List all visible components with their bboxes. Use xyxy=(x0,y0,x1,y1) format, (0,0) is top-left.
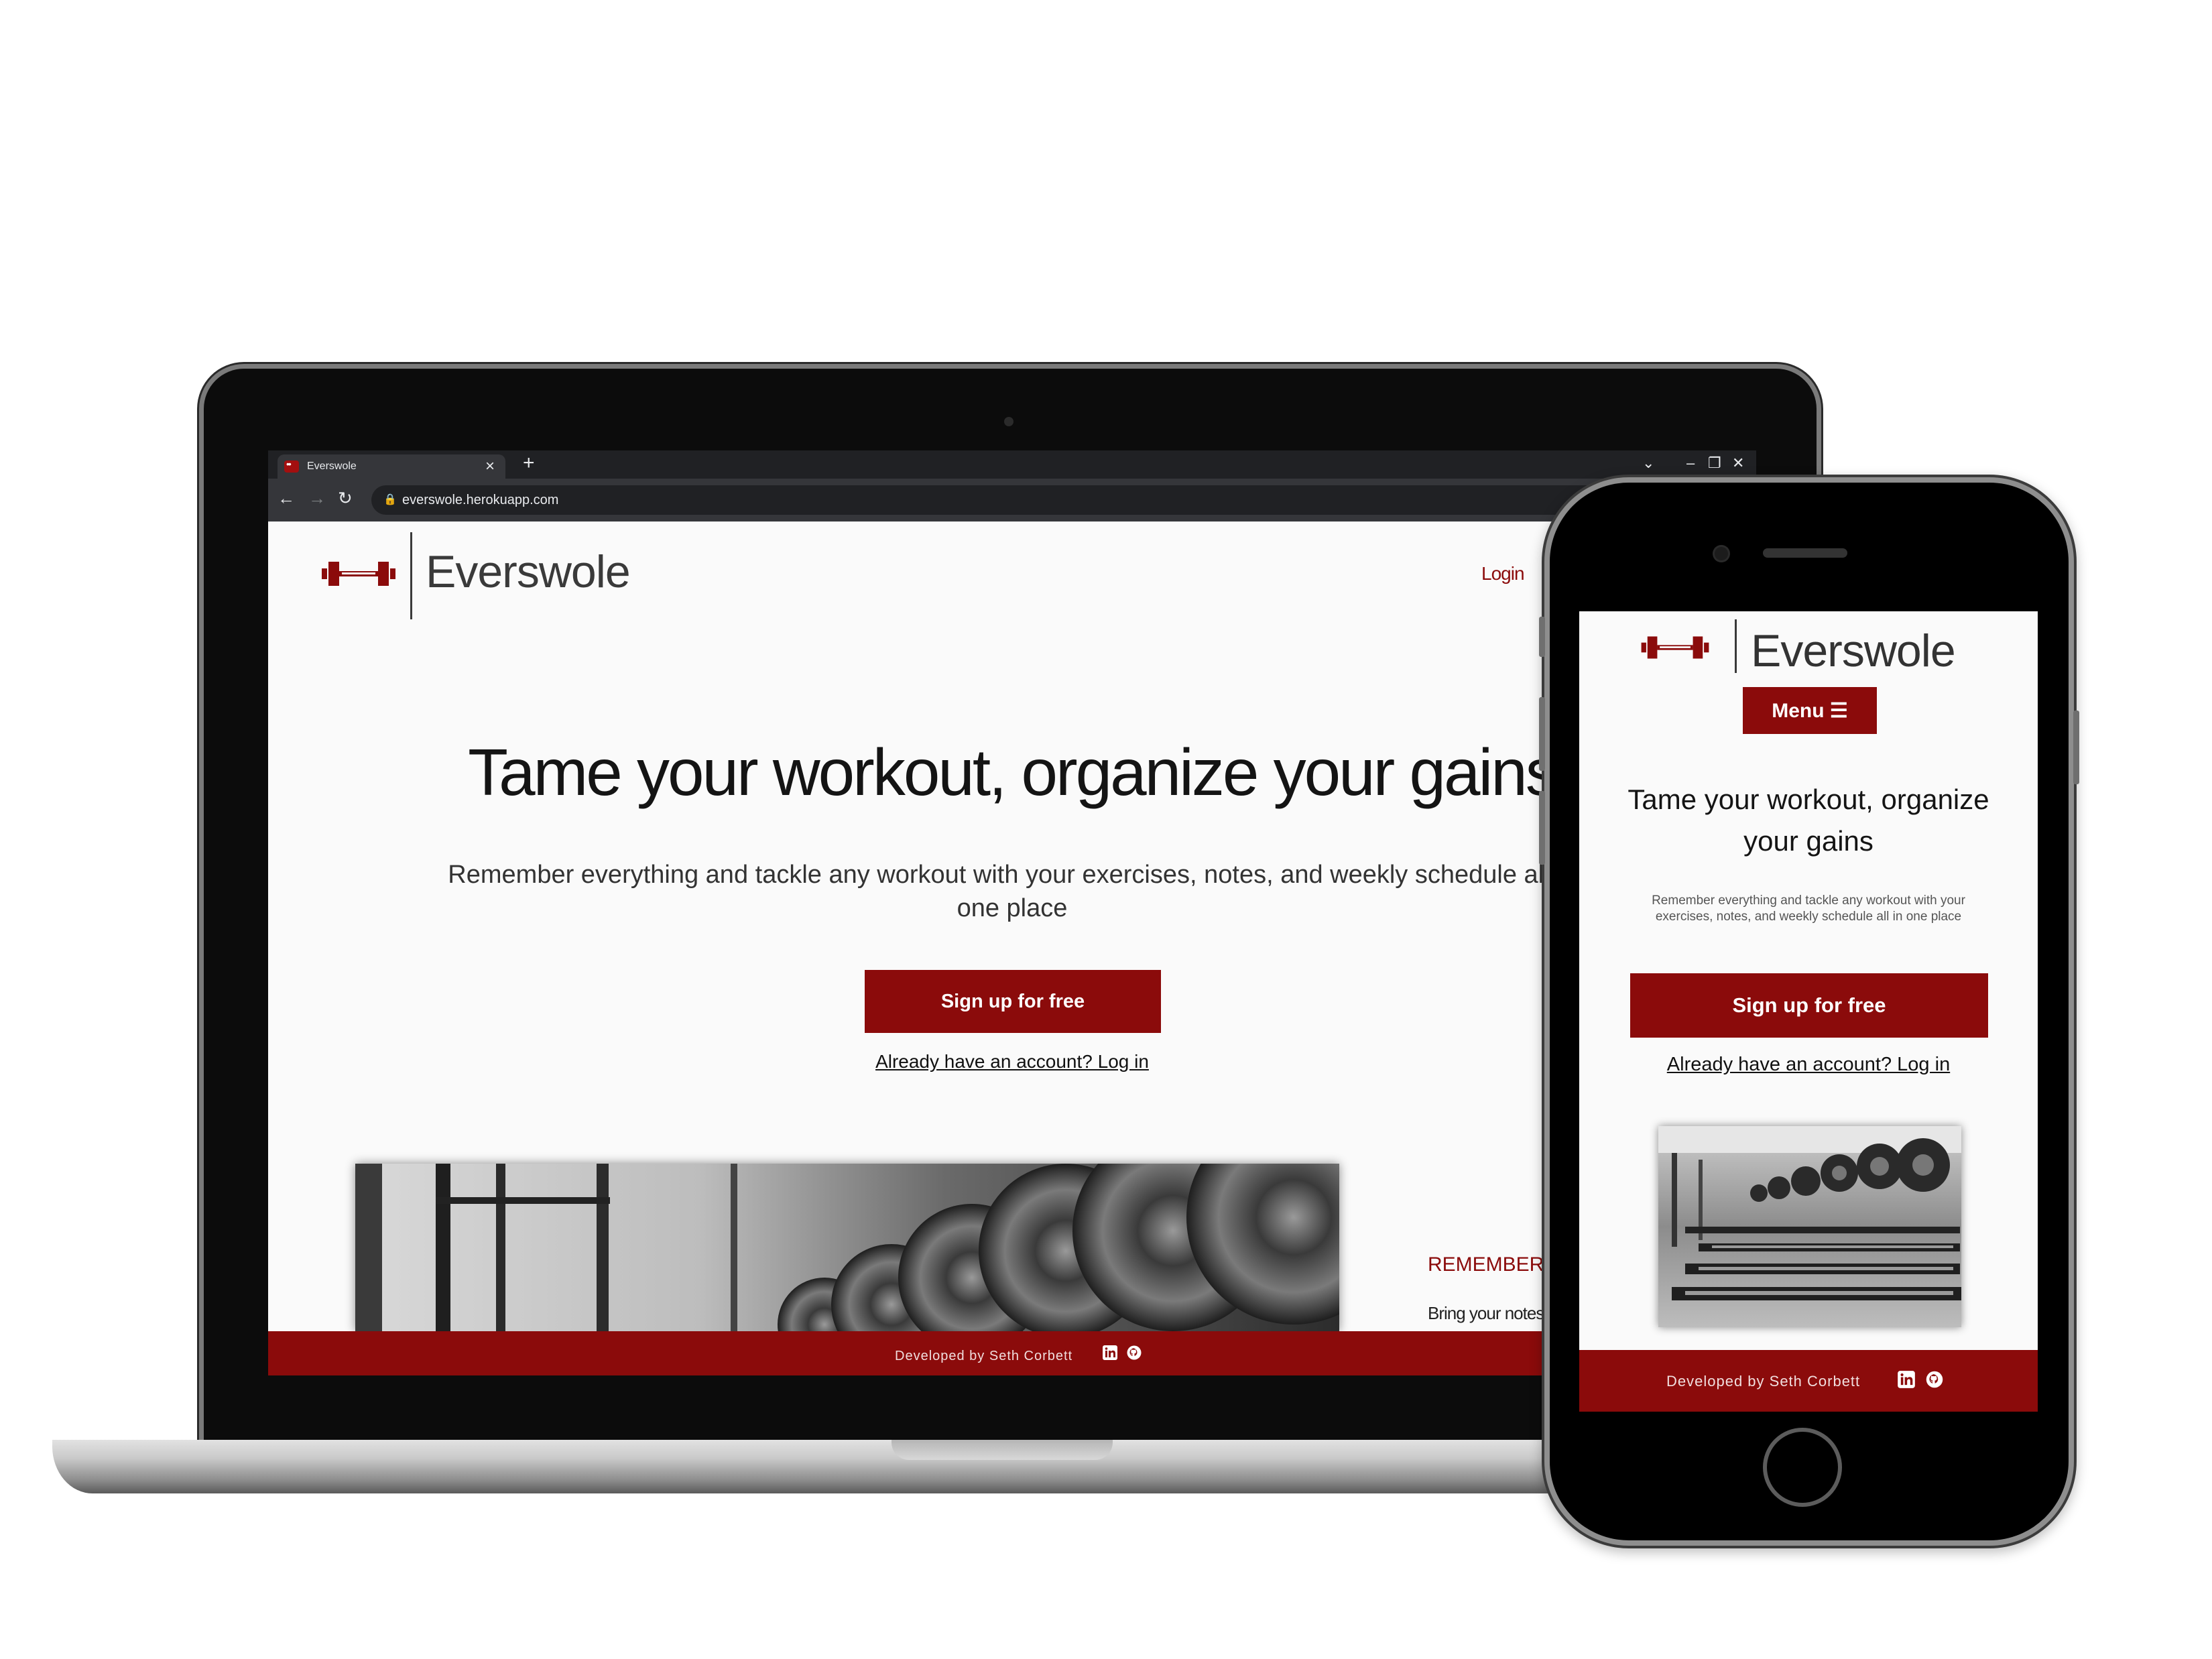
lock-icon: 🔒 xyxy=(383,494,397,505)
login-link[interactable]: Login xyxy=(1481,563,1525,585)
hero-subtitle: Remember everything and tackle any worko… xyxy=(448,861,1577,922)
phone-frame: Everswole Menu ☰ Tame your workout, orga… xyxy=(1539,483,2079,1540)
barbell-logo-icon xyxy=(1632,633,1719,662)
browser-tabbar: Everswole × + ⌄ – ❐ ✕ xyxy=(268,450,1756,479)
mobile-hero-subtitle: Remember everything and tackle any worko… xyxy=(1652,894,1965,924)
phone-screen: Everswole Menu ☰ Tame your workout, orga… xyxy=(1579,611,2038,1412)
url-text: everswole.herokuapp.com xyxy=(402,493,559,507)
gym-dumbbells-image xyxy=(355,1164,1339,1331)
laptop-camera xyxy=(1004,417,1013,426)
favicon-icon xyxy=(284,458,299,473)
mobile-login-prompt-link[interactable]: Already have an account? Log in xyxy=(1579,1054,2038,1076)
close-window-icon[interactable]: ✕ xyxy=(1732,454,1744,472)
login-prompt-link[interactable]: Already have an account? Log in xyxy=(268,1051,1756,1072)
logo-text: Everswole xyxy=(1751,625,1956,676)
laptop-base xyxy=(52,1440,1748,1493)
mobile-hero-title: Tame your workout, organize your gains xyxy=(1627,784,1989,857)
url-field[interactable]: 🔒 everswole.herokuapp.com ⇪ ☆ xyxy=(371,485,1745,515)
site-footer: Developed by Seth Corbett xyxy=(268,1331,1756,1375)
github-icon[interactable] xyxy=(1925,1370,1944,1389)
phone-volume-up xyxy=(1539,697,1545,771)
laptop-screen: Everswole × + ⌄ – ❐ ✕ ← → ↻ 🔒 everswole.… xyxy=(268,450,1756,1375)
menu-button[interactable]: Menu ☰ xyxy=(1743,687,1877,734)
tab-title: Everswole xyxy=(307,460,357,472)
mobile-signup-button[interactable]: Sign up for free xyxy=(1630,973,1988,1038)
logo-divider xyxy=(410,532,412,619)
mobile-site-logo[interactable]: Everswole xyxy=(1632,619,1993,676)
minimize-icon[interactable]: – xyxy=(1686,454,1695,472)
tab-search-icon[interactable]: ⌄ xyxy=(1642,454,1654,472)
linkedin-icon[interactable] xyxy=(1897,1370,1916,1389)
phone-volume-down xyxy=(1539,791,1545,865)
logo-divider xyxy=(1735,619,1737,673)
github-icon[interactable] xyxy=(1126,1345,1142,1361)
phone-power-button xyxy=(2073,711,2079,784)
forward-icon[interactable]: → xyxy=(308,488,326,509)
linkedin-icon[interactable] xyxy=(1102,1345,1118,1361)
new-tab-icon[interactable]: + xyxy=(523,453,535,473)
footer-credit: Developed by Seth Corbett xyxy=(895,1349,1073,1363)
back-icon[interactable]: ← xyxy=(278,488,295,509)
site-logo[interactable]: Everswole xyxy=(322,532,643,619)
mobile-site-footer: Developed by Seth Corbett xyxy=(1579,1350,2038,1412)
feature-heading: REMEMBER E xyxy=(1428,1253,1563,1276)
phone-camera xyxy=(1715,547,1728,560)
laptop-notch xyxy=(892,1440,1113,1460)
reload-icon[interactable]: ↻ xyxy=(338,488,353,509)
browser-tab[interactable]: Everswole × xyxy=(278,454,505,479)
logo-text: Everswole xyxy=(426,546,631,597)
phone-mute-switch xyxy=(1539,617,1545,657)
barbell-logo-icon xyxy=(322,558,395,590)
mobile-footer-credit: Developed by Seth Corbett xyxy=(1666,1373,1861,1390)
address-bar: ← → ↻ 🔒 everswole.herokuapp.com ⇪ ☆ xyxy=(268,479,1756,521)
restore-icon[interactable]: ❐ xyxy=(1708,454,1721,472)
phone-speaker xyxy=(1763,548,1847,558)
signup-button[interactable]: Sign up for free xyxy=(865,970,1161,1033)
phone-home-button xyxy=(1763,1428,1842,1507)
tab-close-icon[interactable]: × xyxy=(485,457,495,476)
hero-title: Tame your workout, organize your gains xyxy=(468,735,1558,809)
mobile-gym-image xyxy=(1658,1126,1961,1327)
web-page: Everswole Login Tame your workout, organ… xyxy=(268,521,1756,1375)
feature-text: Bring your notes, xyxy=(1428,1303,1549,1323)
